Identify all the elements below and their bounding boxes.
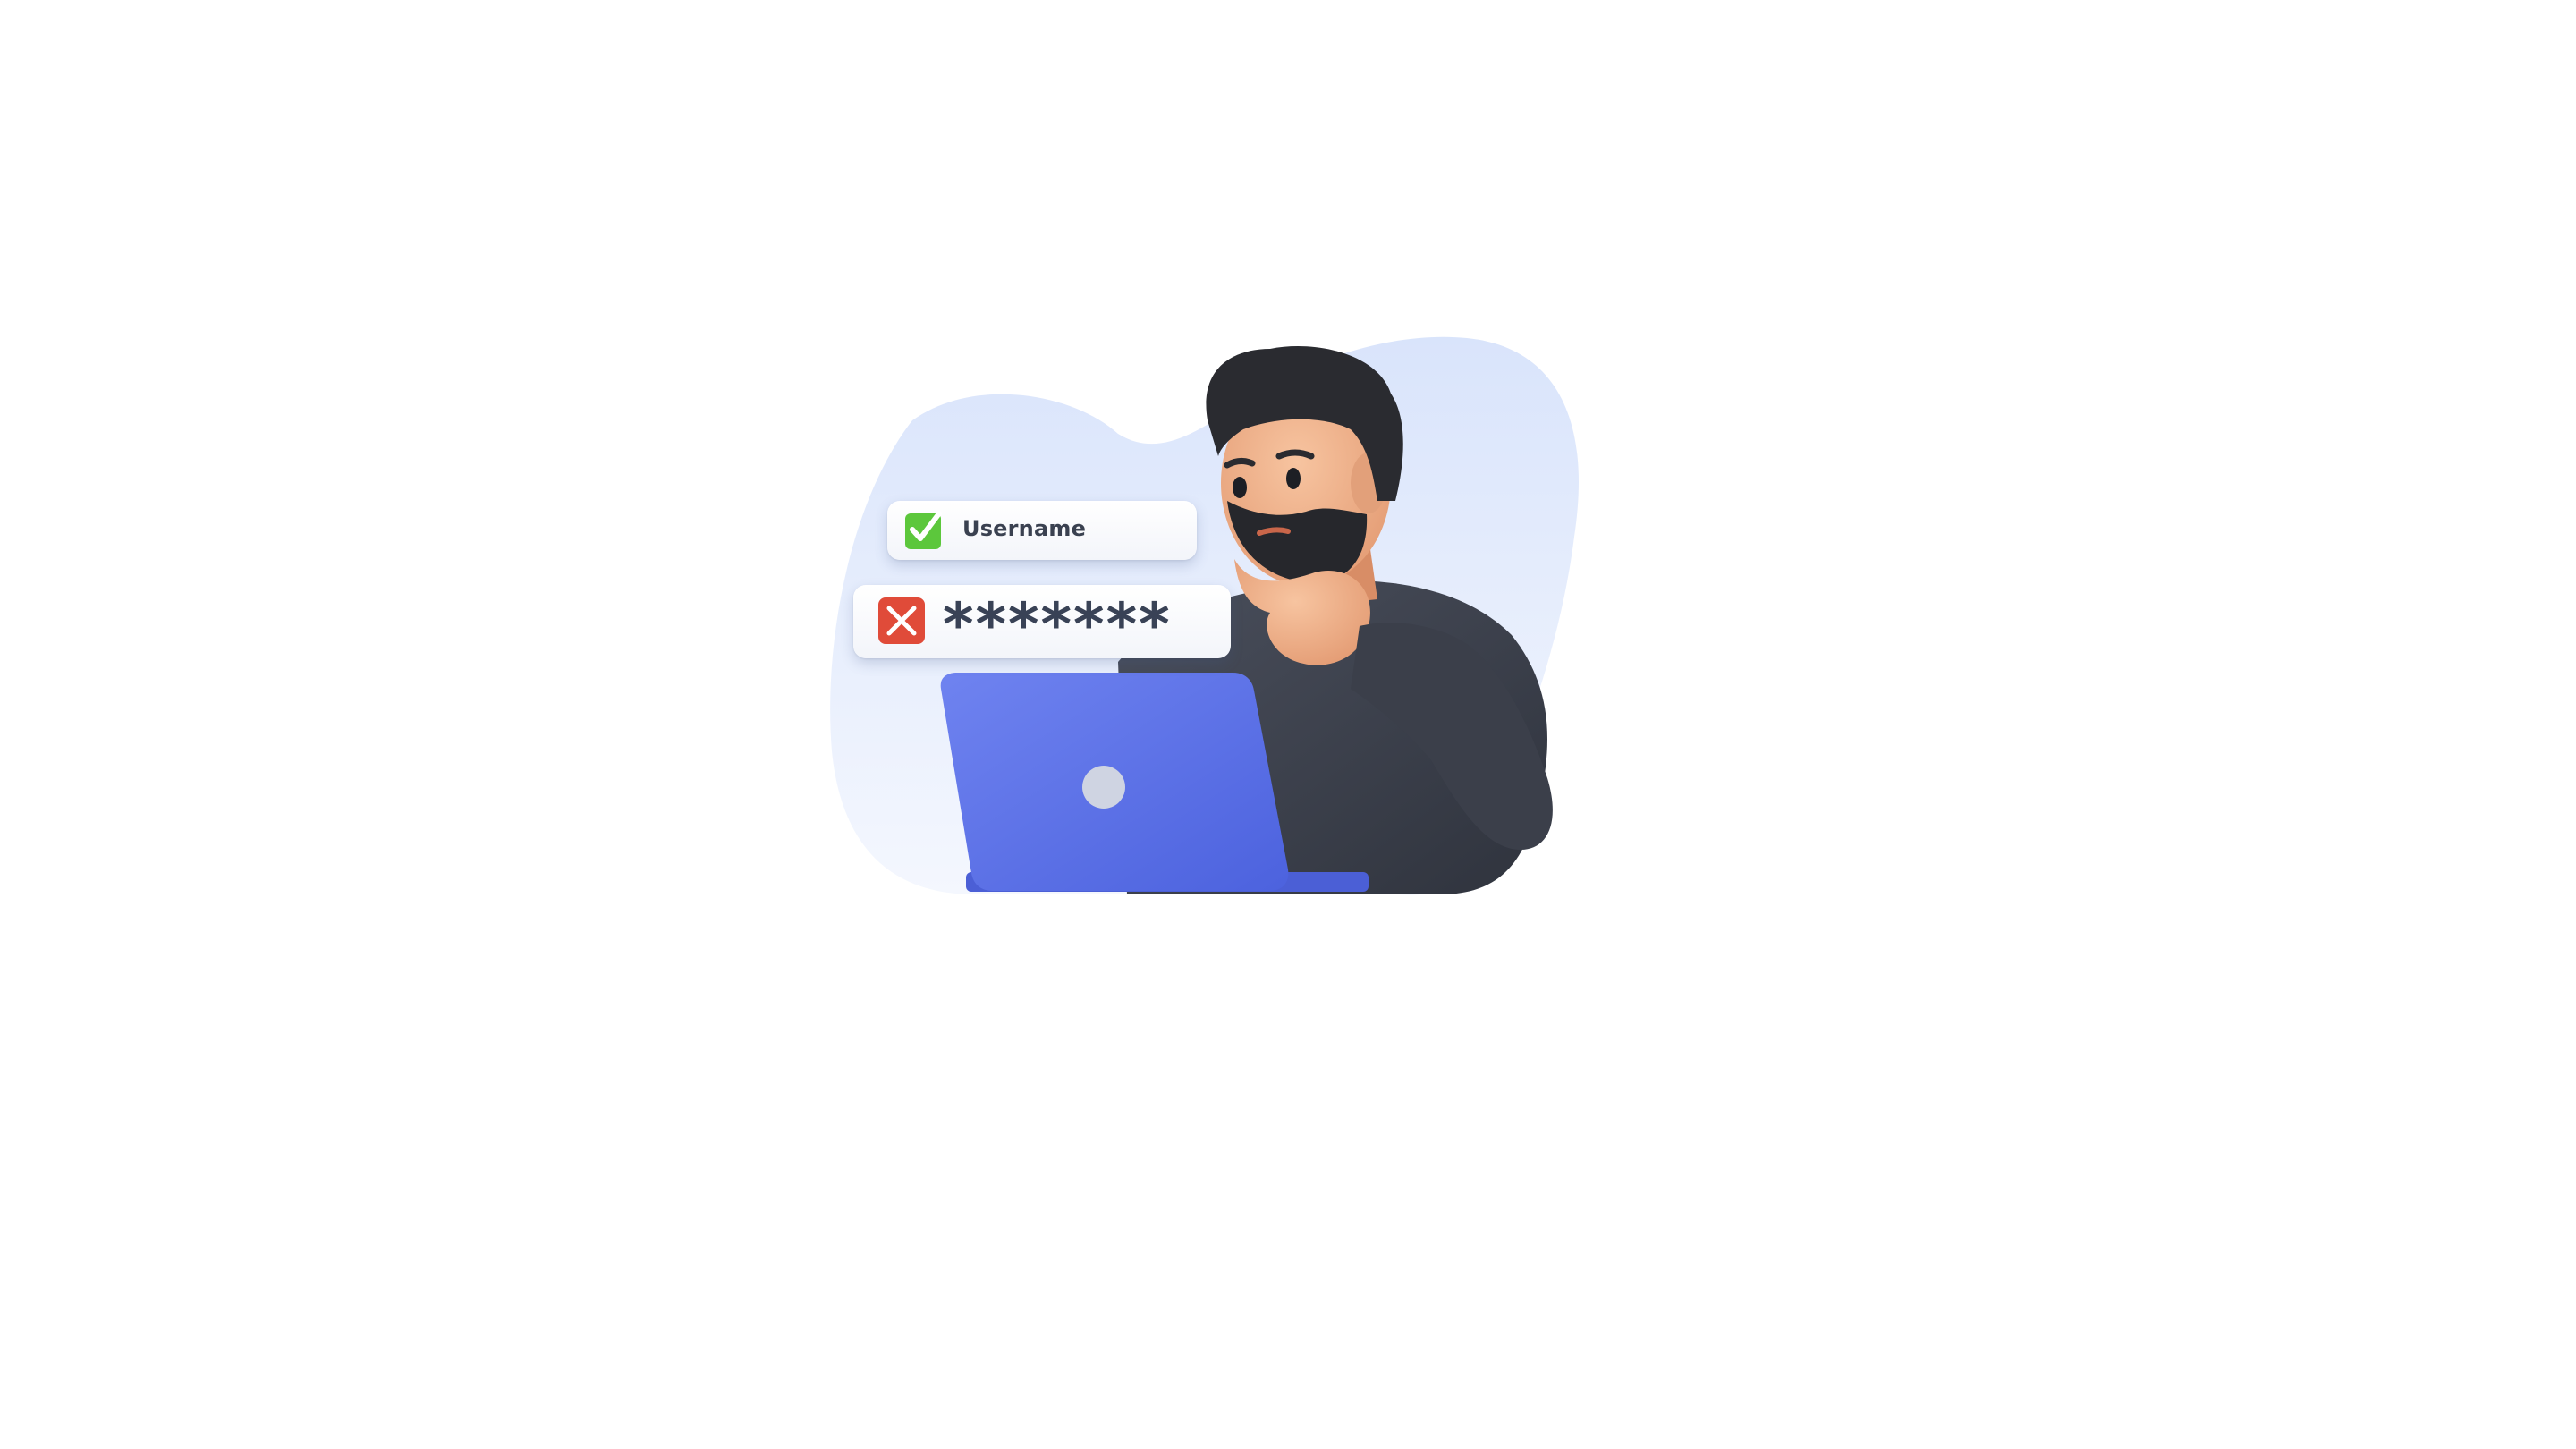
person-right-eyebrow	[1275, 449, 1315, 460]
username-label: Username	[962, 516, 1087, 541]
person-left-eye	[1233, 477, 1247, 498]
x-icon	[878, 597, 925, 644]
password-masked-value: *******	[943, 590, 1172, 659]
login-illustration	[830, 336, 1579, 895]
person-mouth	[1257, 527, 1291, 536]
check-icon	[905, 511, 942, 549]
username-field: Username	[887, 501, 1197, 560]
laptop-logo	[1082, 766, 1125, 809]
person-right-eye	[1286, 468, 1301, 489]
password-field: *******	[853, 585, 1231, 659]
